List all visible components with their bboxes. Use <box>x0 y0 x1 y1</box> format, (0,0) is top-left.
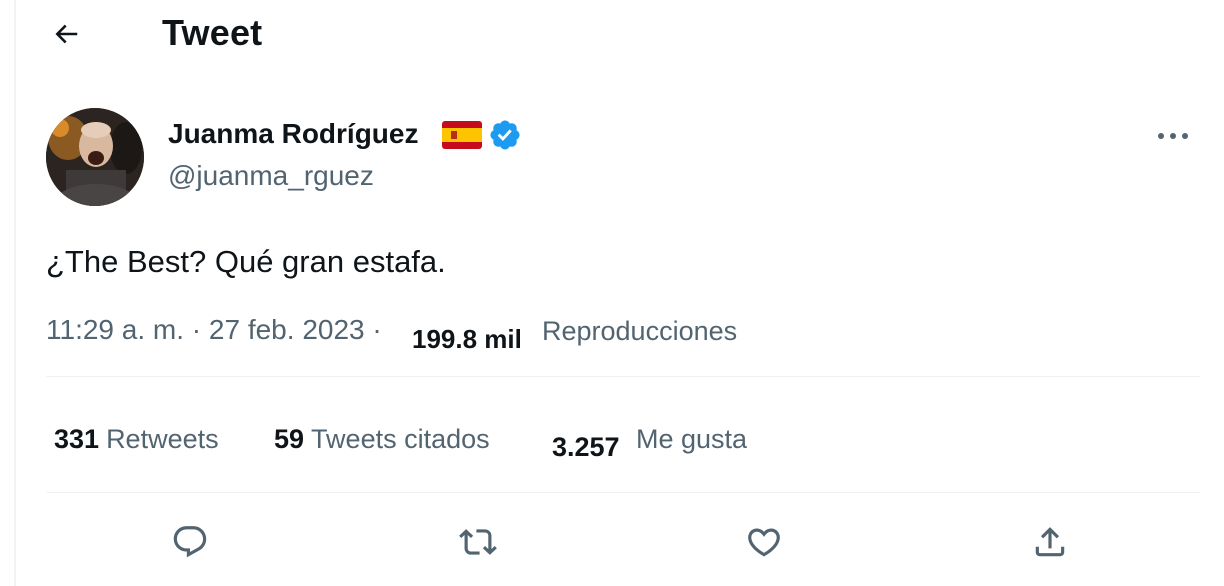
more-horizontal-icon <box>1158 133 1188 139</box>
divider <box>46 376 1200 377</box>
retweet-button[interactable] <box>454 518 502 566</box>
quotes-label: Tweets citados <box>311 424 490 454</box>
meta-separator: · <box>191 314 202 345</box>
more-options-button[interactable] <box>1148 116 1198 156</box>
retweet-icon <box>459 529 497 555</box>
tweet-meta: 11:29 a. m. · 27 feb. 2023 · <box>46 314 382 346</box>
likes-count[interactable]: 3.257 <box>552 432 620 463</box>
avatar-photo <box>46 108 144 206</box>
author-handle[interactable]: @juanma_rguez <box>168 160 374 192</box>
arrow-left-icon <box>55 24 78 44</box>
share-button[interactable] <box>1026 518 1074 566</box>
reply-button[interactable] <box>166 518 214 566</box>
like-icon <box>748 528 780 557</box>
tweet-time[interactable]: 11:29 a. m. <box>46 314 184 345</box>
quotes-count: 59 <box>274 424 305 454</box>
divider <box>46 492 1200 493</box>
avatar[interactable] <box>46 108 144 206</box>
reply-icon <box>173 526 207 558</box>
page-title: Tweet <box>162 12 263 53</box>
retweets-count: 331 <box>54 424 100 454</box>
tweet-date[interactable]: 27 feb. 2023 <box>209 314 365 345</box>
meta-separator: · <box>372 314 382 345</box>
column-border <box>14 0 16 586</box>
views-count: 199.8 mil <box>412 324 522 354</box>
verified-badge-icon <box>488 118 522 152</box>
views-label: Reproducciones <box>542 316 738 346</box>
like-button[interactable] <box>740 518 788 566</box>
retweets-label: Retweets <box>106 424 219 454</box>
back-button[interactable] <box>46 14 86 54</box>
author-name[interactable]: Juanma Rodríguez <box>168 118 418 150</box>
tweet-text: ¿The Best? Qué gran estafa. <box>46 244 446 279</box>
quotes-stat[interactable]: 59 Tweets citados <box>274 424 490 455</box>
retweets-stat[interactable]: 331 Retweets <box>54 424 219 455</box>
share-icon <box>1035 527 1065 557</box>
likes-label[interactable]: Me gusta <box>636 424 747 455</box>
spain-flag-icon <box>442 121 482 149</box>
